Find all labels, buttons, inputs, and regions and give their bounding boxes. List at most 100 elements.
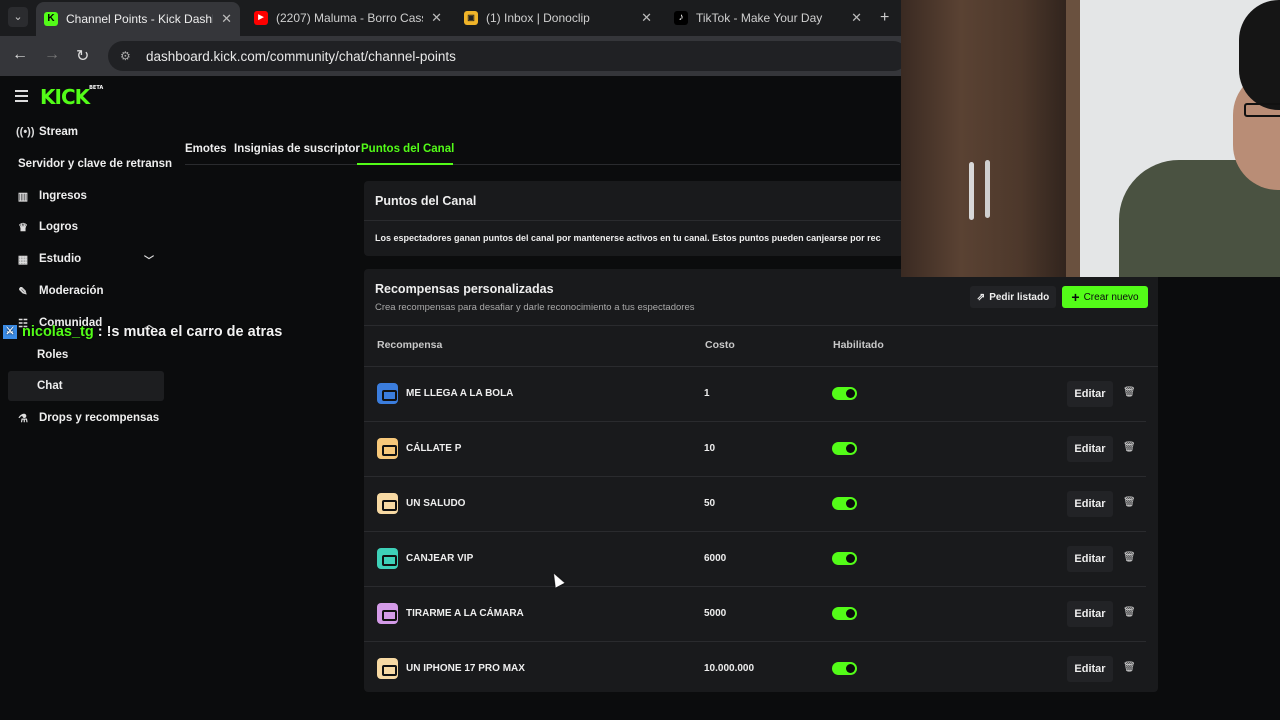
request-list-button[interactable]: ⇗ Pedir listado — [970, 286, 1056, 308]
edit-button[interactable]: Editar — [1067, 436, 1113, 462]
reward-name: CÁLLATE P — [406, 443, 462, 454]
chart-icon: ▥ — [17, 190, 29, 203]
sidebar-item-label: Stream — [39, 126, 78, 138]
button-label: Crear nuevo — [1083, 291, 1139, 303]
active-tab-underline — [357, 163, 453, 165]
chat-settings-tabs: Emotes Insignias de suscriptor Puntos de… — [185, 136, 900, 165]
close-tab-icon[interactable]: ✕ — [641, 10, 652, 26]
url-text: dashboard.kick.com/community/chat/channe… — [146, 48, 456, 64]
channel-points-title: Puntos del Canal — [375, 194, 477, 208]
stream-icon: ((•)) — [16, 126, 35, 138]
close-tab-icon[interactable]: ✕ — [431, 10, 442, 26]
url-field[interactable]: ⚙ dashboard.kick.com/community/chat/chan… — [108, 41, 908, 71]
youtube-favicon-icon: ▶ — [254, 11, 268, 25]
hamburger-menu-icon[interactable] — [15, 90, 28, 105]
webcam-overlay — [901, 0, 1280, 277]
trash-icon[interactable]: 🗑 — [1123, 442, 1136, 453]
divider — [364, 325, 1158, 326]
sidebar-item-logros[interactable]: ♛ Logros — [8, 212, 164, 242]
tab-search-chevron-icon[interactable]: ⌄ — [8, 7, 28, 27]
trash-icon[interactable]: 🗑 — [1123, 607, 1136, 618]
channel-points-card: Puntos del Canal Los espectadores ganan … — [364, 181, 904, 256]
create-new-button[interactable]: + Crear nuevo — [1062, 286, 1148, 308]
moderator-badge-icon: ⚔ — [3, 325, 17, 340]
sidebar-item-label: Chat — [37, 380, 63, 392]
sidebar-item-label: Servidor y clave de retransn — [18, 158, 173, 170]
plus-icon: + — [1071, 289, 1080, 305]
wrench-icon: ✎ — [18, 285, 28, 298]
reward-row: CÁLLATE P 10 Editar 🗑 — [364, 422, 1146, 477]
trash-icon[interactable]: 🗑 — [1123, 497, 1136, 508]
sidebar-item-drops[interactable]: ⚗ Drops y recompensas — [8, 403, 164, 433]
edit-button[interactable]: Editar — [1067, 546, 1113, 572]
webcam-handle — [985, 160, 990, 218]
tiktok-favicon-icon: ♪ — [674, 11, 688, 25]
browser-tab-tiktok[interactable]: ♪ TikTok - Make Your Day ✕ — [666, 4, 870, 32]
reward-row: UN SALUDO 50 Editar 🗑 — [364, 477, 1146, 532]
enabled-toggle[interactable] — [832, 497, 857, 510]
tab-channel-points[interactable]: Puntos del Canal — [361, 143, 454, 155]
trash-icon[interactable]: 🗑 — [1123, 387, 1136, 398]
trash-icon[interactable]: 🗑 — [1123, 662, 1136, 673]
webcam-person-glasses — [1244, 103, 1280, 117]
sidebar-item-chat[interactable]: Chat — [8, 371, 164, 401]
custom-rewards-card: Recompensas personalizadas Crea recompen… — [364, 269, 1158, 692]
trash-icon[interactable]: 🗑 — [1123, 552, 1136, 563]
sidebar-item-ingresos[interactable]: ▥ Ingresos — [8, 181, 164, 211]
rewards-subtitle: Crea recompensas para desafiar y darle r… — [375, 302, 695, 313]
webcam-handle — [969, 162, 974, 220]
sidebar-item-label: Ingresos — [39, 190, 87, 202]
reward-icon — [377, 548, 398, 569]
tab-title: (1) Inbox | Donoclip — [486, 11, 590, 25]
reward-row: UN IPHONE 17 PRO MAX 10.000.000 Editar 🗑 — [364, 642, 1146, 697]
reward-name: UN SALUDO — [406, 498, 466, 509]
kick-logo[interactable]: KICKBETA — [40, 85, 103, 109]
reload-icon[interactable]: ↻ — [76, 46, 89, 66]
reward-cost: 6000 — [704, 553, 727, 564]
site-settings-icon[interactable]: ⚙ — [120, 49, 134, 63]
sidebar-item-stream-key[interactable]: Servidor y clave de retransn — [18, 149, 188, 179]
reward-cost: 50 — [704, 498, 716, 509]
sidebar-item-label: Roles — [37, 349, 69, 361]
reward-icon — [377, 438, 398, 459]
close-tab-icon[interactable]: ✕ — [221, 11, 232, 27]
edit-button[interactable]: Editar — [1067, 381, 1113, 407]
edit-button[interactable]: Editar — [1067, 601, 1113, 627]
enabled-toggle[interactable] — [832, 607, 857, 620]
back-arrow-icon[interactable]: ← — [12, 46, 28, 64]
edit-button[interactable]: Editar — [1067, 491, 1113, 517]
reward-cost: 10 — [704, 443, 716, 454]
close-tab-icon[interactable]: ✕ — [851, 10, 862, 26]
new-tab-plus-icon[interactable]: + — [880, 9, 889, 27]
browser-tab-youtube[interactable]: ▶ (2207) Maluma - Borro Cassette ✕ — [246, 4, 450, 32]
browser-tab-kick[interactable]: K Channel Points - Kick Dashboard ✕ — [36, 2, 240, 36]
enabled-toggle[interactable] — [832, 442, 857, 455]
sidebar-item-label: Estudio — [39, 253, 82, 265]
webcam-door-frame — [1066, 0, 1080, 277]
enabled-toggle[interactable] — [832, 552, 857, 565]
divider — [364, 220, 904, 221]
enabled-toggle[interactable] — [832, 387, 857, 400]
edit-button[interactable]: Editar — [1067, 656, 1113, 682]
trophy-icon: ♛ — [18, 221, 28, 234]
sidebar-item-stream[interactable]: ((•)) Stream — [8, 117, 164, 147]
reward-row: ME LLEGA A LA BOLA 1 Editar 🗑 — [364, 367, 1146, 422]
reward-cost: 1 — [704, 388, 710, 399]
kick-favicon-icon: K — [44, 12, 58, 26]
tab-title: (2207) Maluma - Borro Cassette — [276, 11, 423, 25]
reward-icon — [377, 493, 398, 514]
reward-name: UN IPHONE 17 PRO MAX — [406, 663, 525, 674]
stream-chat-overlay: ⚔ nicolas_tg : !s mutea el carro de atras — [3, 324, 282, 340]
chat-username: nicolas_tg — [22, 324, 94, 340]
enabled-toggle[interactable] — [832, 662, 857, 675]
tab-subscriber-badges[interactable]: Insignias de suscriptor — [234, 143, 360, 155]
sidebar-item-label: Logros — [39, 221, 78, 233]
forward-arrow-icon[interactable]: → — [44, 46, 60, 64]
reward-name: ME LLEGA A LA BOLA — [406, 388, 514, 399]
reward-icon — [377, 383, 398, 404]
sidebar-item-moderacion[interactable]: ✎ Moderación — [8, 276, 164, 306]
sidebar-item-estudio[interactable]: ▦ Estudio ﹀ — [8, 244, 164, 274]
browser-tab-donoclip[interactable]: ▣ (1) Inbox | Donoclip ✕ — [456, 4, 660, 32]
sidebar-item-roles[interactable]: Roles — [8, 340, 164, 370]
tab-emotes[interactable]: Emotes — [185, 143, 227, 155]
